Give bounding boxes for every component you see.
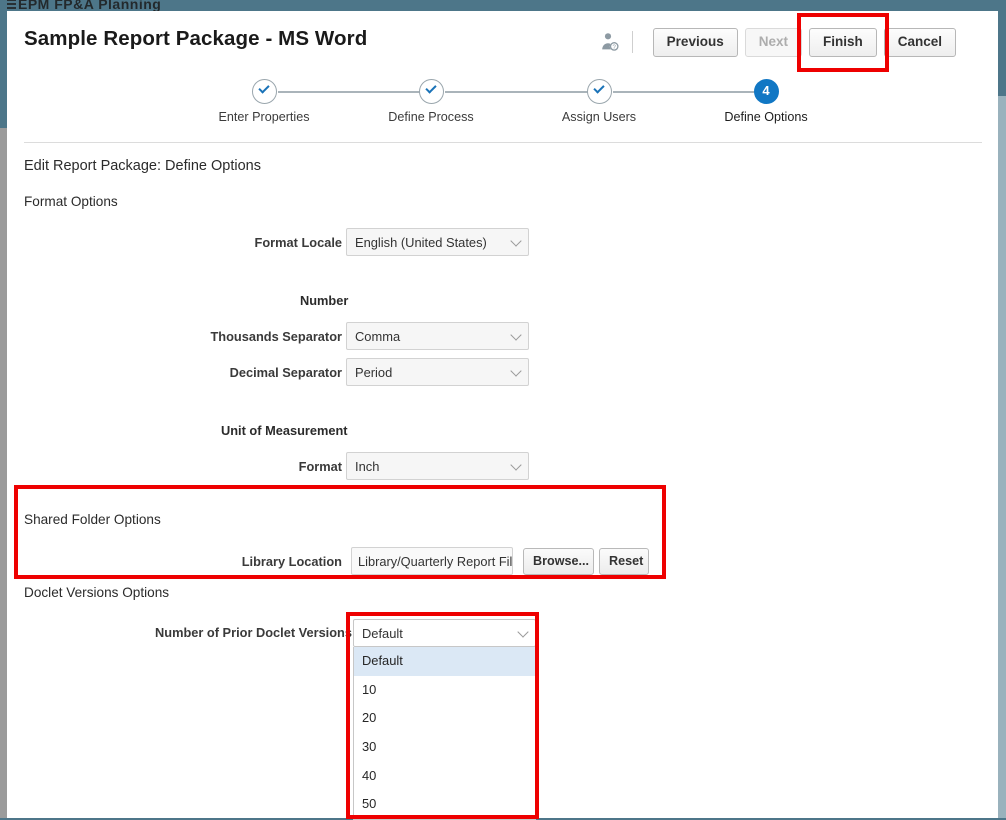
dropdown-option-30[interactable]: 30 bbox=[354, 733, 535, 762]
header-action-bar: ? Previous Next Finish Cancel bbox=[599, 28, 956, 57]
uom-format-select[interactable]: Inch bbox=[346, 452, 529, 480]
background-app-bar: EPM FP&A Planning bbox=[0, 0, 1006, 11]
dropdown-option-10[interactable]: 10 bbox=[354, 676, 535, 705]
check-icon bbox=[252, 79, 277, 104]
chevron-down-icon bbox=[518, 630, 527, 635]
unit-of-measurement-label: Unit of Measurement bbox=[221, 423, 348, 438]
left-window-edge bbox=[0, 0, 7, 818]
next-button: Next bbox=[745, 28, 802, 57]
format-locale-select[interactable]: English (United States) bbox=[346, 228, 529, 256]
prior-doclet-versions-value: Default bbox=[362, 626, 403, 641]
dropdown-option-40[interactable]: 40 bbox=[354, 762, 535, 791]
uom-format-label: Format bbox=[142, 459, 342, 474]
library-location-input[interactable]: Library/Quarterly Report Fil bbox=[351, 547, 513, 575]
library-location-label: Library Location bbox=[142, 554, 342, 569]
shared-folder-options-heading: Shared Folder Options bbox=[24, 512, 161, 527]
wizard-stepper: Enter Properties Define Process Assign U… bbox=[7, 79, 998, 137]
doclet-versions-options-heading: Doclet Versions Options bbox=[24, 585, 169, 600]
toolbar-divider bbox=[632, 31, 633, 53]
prior-doclet-versions-select[interactable]: Default bbox=[353, 619, 536, 647]
thousands-separator-select[interactable]: Comma bbox=[346, 322, 529, 350]
check-icon bbox=[419, 79, 444, 104]
chevron-down-icon bbox=[511, 239, 520, 244]
format-options-heading: Format Options bbox=[24, 194, 118, 209]
uom-format-value: Inch bbox=[355, 459, 379, 474]
decimal-separator-value: Period bbox=[355, 365, 392, 380]
step-define-options[interactable]: 4 Define Options bbox=[686, 79, 846, 124]
browse-button[interactable]: Browse... bbox=[523, 548, 594, 575]
chevron-down-icon bbox=[511, 333, 520, 338]
previous-button[interactable]: Previous bbox=[653, 28, 738, 57]
chevron-down-icon bbox=[511, 463, 520, 468]
background-app-title: EPM FP&A Planning bbox=[18, 0, 161, 11]
decimal-separator-select[interactable]: Period bbox=[346, 358, 529, 386]
right-window-edge bbox=[998, 0, 1006, 818]
step-assign-users[interactable]: Assign Users bbox=[519, 79, 679, 124]
step-define-process[interactable]: Define Process bbox=[351, 79, 511, 124]
format-locale-label: Format Locale bbox=[142, 235, 342, 250]
page-title: Sample Report Package - MS Word bbox=[24, 27, 367, 51]
step-enter-properties[interactable]: Enter Properties bbox=[184, 79, 344, 124]
format-locale-value: English (United States) bbox=[355, 235, 487, 250]
reset-button[interactable]: Reset bbox=[599, 548, 649, 575]
dropdown-option-default[interactable]: Default bbox=[354, 647, 535, 676]
step-label: Define Options bbox=[686, 110, 846, 124]
step-label: Assign Users bbox=[519, 110, 679, 124]
dialog-card: Sample Report Package - MS Word ? Previo… bbox=[7, 11, 998, 818]
step-label: Define Process bbox=[351, 110, 511, 124]
dropdown-option-50[interactable]: 50 bbox=[354, 790, 535, 819]
chevron-down-icon bbox=[511, 369, 520, 374]
decimal-separator-label: Decimal Separator bbox=[142, 365, 342, 380]
page-heading: Edit Report Package: Define Options bbox=[24, 158, 261, 174]
header-divider bbox=[24, 142, 982, 143]
library-location-value: Library/Quarterly Report Fil bbox=[358, 554, 512, 569]
prior-doclet-versions-options-list[interactable]: Default 10 20 30 40 50 bbox=[353, 647, 536, 820]
prior-doclet-versions-label: Number of Prior Doclet Versions bbox=[152, 625, 352, 640]
dropdown-option-20[interactable]: 20 bbox=[354, 704, 535, 733]
thousands-separator-value: Comma bbox=[355, 329, 400, 344]
number-group-label: Number bbox=[300, 293, 348, 308]
finish-button-wrapper: Finish bbox=[809, 28, 877, 57]
application-window: EPM FP&A Planning Sample Report Package … bbox=[0, 0, 1006, 818]
step-label: Enter Properties bbox=[184, 110, 344, 124]
user-help-icon[interactable]: ? bbox=[599, 31, 621, 53]
thousands-separator-label: Thousands Separator bbox=[142, 329, 342, 344]
step-number: 4 bbox=[754, 79, 779, 104]
finish-button[interactable]: Finish bbox=[809, 28, 877, 57]
check-icon bbox=[587, 79, 612, 104]
cancel-button[interactable]: Cancel bbox=[884, 28, 956, 57]
